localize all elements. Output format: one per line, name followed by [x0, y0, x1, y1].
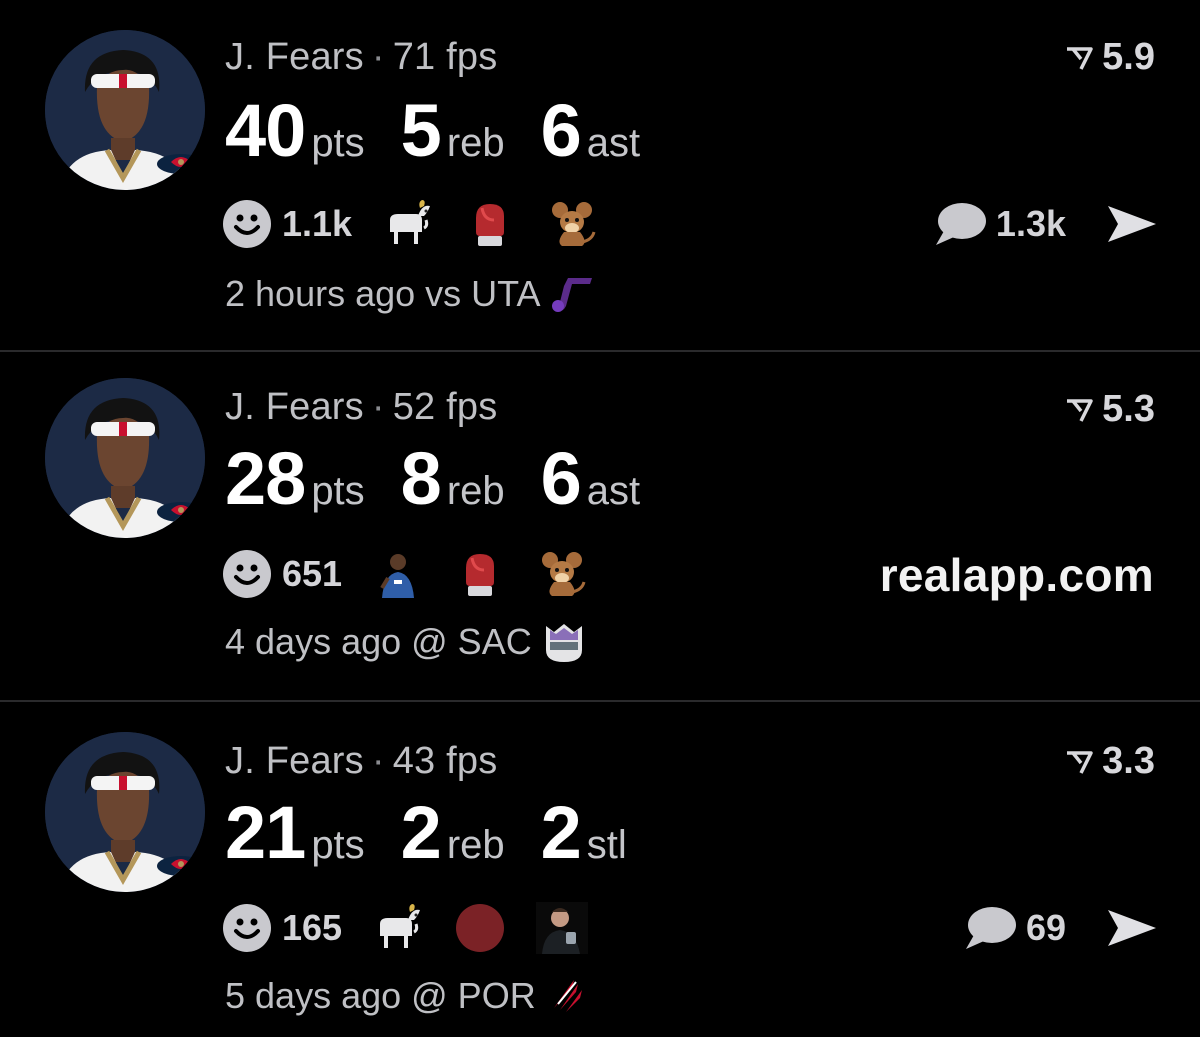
- rating-value: 3.3: [1102, 740, 1155, 782]
- fps-score: 43 fps: [392, 740, 498, 782]
- stat-item: 2 reb: [401, 790, 505, 875]
- stat-value: 28: [225, 437, 306, 520]
- player-avatar[interactable]: [45, 30, 205, 190]
- player-name[interactable]: J. Fears: [225, 740, 364, 782]
- comment-count[interactable]: 69: [1026, 907, 1066, 949]
- jazz-logo-icon: [548, 272, 596, 316]
- stat-unit: reb: [446, 823, 505, 867]
- share-send-icon[interactable]: [1106, 202, 1158, 246]
- share-send-icon[interactable]: [1106, 906, 1158, 950]
- stat-unit: pts: [311, 469, 365, 513]
- rating-icon: [1064, 747, 1094, 777]
- reaction-count: 1.1k: [282, 203, 353, 244]
- player-name[interactable]: J. Fears: [225, 386, 364, 428]
- game-info: 4 days ago @ SAC: [225, 620, 588, 664]
- separator-dot: ·: [371, 386, 385, 428]
- stat-value: 8: [400, 437, 442, 520]
- reactions-bar: 1.1k: [222, 196, 628, 252]
- game-info: 2 hours ago vs UTA: [225, 272, 596, 316]
- feed: J. Fears · 71 fps 5.9 40 pts 5 reb 6 ast 1.1k…: [0, 0, 1200, 1037]
- goat-icon[interactable]: [372, 902, 424, 954]
- stat-unit: pts: [311, 121, 365, 165]
- smiley-react-icon[interactable]: [222, 199, 272, 249]
- stat-item: 6 ast: [541, 436, 641, 521]
- stat-line: 28 pts 8 reb 6 ast: [225, 436, 676, 521]
- player-photo-icon[interactable]: [372, 548, 424, 600]
- stat-value: 5: [400, 89, 442, 172]
- boxing-glove-icon[interactable]: [464, 198, 516, 250]
- separator-dot: ·: [371, 740, 385, 782]
- reaction-count: 651: [282, 553, 343, 594]
- comment-count[interactable]: 1.3k: [996, 203, 1066, 245]
- post-card[interactable]: J. Fears · 43 fps 3.3 21 pts 2 reb 2 stl 165 …: [0, 702, 1200, 1037]
- stat-value: 2: [400, 791, 442, 874]
- player-photo: [45, 732, 205, 892]
- player-photo: [45, 378, 205, 538]
- player-photo: [45, 30, 205, 190]
- stat-value: 6: [540, 89, 582, 172]
- stat-unit: pts: [311, 823, 365, 867]
- game-time-opponent: 2 hours ago vs UTA: [225, 273, 541, 314]
- stat-item: 21 pts: [225, 790, 365, 875]
- watermark: realapp.com: [879, 549, 1154, 601]
- separator-dot: ·: [371, 36, 385, 78]
- stat-line: 40 pts 5 reb 6 ast: [225, 88, 676, 173]
- stat-item: 8 reb: [401, 436, 505, 521]
- player-avatar[interactable]: [45, 732, 205, 892]
- goat-icon[interactable]: [382, 198, 434, 250]
- stat-line: 21 pts 2 reb 2 stl: [225, 790, 663, 875]
- game-time-opponent: 4 days ago @ SAC: [225, 621, 532, 662]
- stat-item: 40 pts: [225, 88, 365, 173]
- rating[interactable]: 5.3: [1064, 388, 1155, 431]
- boxing-glove-icon[interactable]: [454, 548, 506, 600]
- red-circle-icon[interactable]: [454, 902, 506, 954]
- stat-item: 5 reb: [401, 88, 505, 173]
- cartoon-mouse-icon[interactable]: [546, 198, 598, 250]
- stat-value: 40: [225, 89, 306, 172]
- stat-item: 6 ast: [541, 88, 641, 173]
- fps-score: 71 fps: [392, 36, 498, 78]
- reactions-bar: 651: [222, 546, 618, 602]
- rating-value: 5.9: [1102, 36, 1155, 78]
- rating-icon: [1064, 43, 1094, 73]
- reaction-count: 165: [282, 907, 343, 948]
- stat-unit: ast: [586, 469, 641, 513]
- post-card[interactable]: J. Fears · 71 fps 5.9 40 pts 5 reb 6 ast 1.1k…: [0, 0, 1200, 352]
- stat-value: 2: [540, 791, 582, 874]
- player-name[interactable]: J. Fears: [225, 36, 364, 78]
- stat-unit: reb: [446, 121, 505, 165]
- cartoon-mouse-icon[interactable]: [536, 548, 588, 600]
- game-info: 5 days ago @ POR: [225, 974, 592, 1018]
- stat-item: 28 pts: [225, 436, 365, 521]
- comment-icon[interactable]: [934, 201, 986, 247]
- smiley-react-icon[interactable]: [222, 903, 272, 953]
- post-card[interactable]: J. Fears · 52 fps 5.3 28 pts 8 reb 6 ast 651 …: [0, 352, 1200, 702]
- player-avatar[interactable]: [45, 378, 205, 538]
- stat-item: 2 stl: [541, 790, 627, 875]
- post-headline: J. Fears · 43 fps: [225, 740, 497, 783]
- rating[interactable]: 5.9: [1064, 36, 1155, 79]
- game-time-opponent: 5 days ago @ POR: [225, 975, 536, 1016]
- stat-value: 21: [225, 791, 306, 874]
- blazers-logo-icon: [544, 974, 592, 1018]
- smiley-react-icon[interactable]: [222, 549, 272, 599]
- stat-unit: reb: [446, 469, 505, 513]
- rating[interactable]: 3.3: [1064, 740, 1155, 783]
- post-actions: 1.3k: [934, 196, 1158, 252]
- person-photo-icon[interactable]: [536, 902, 588, 954]
- rating-icon: [1064, 395, 1094, 425]
- rating-value: 5.3: [1102, 388, 1155, 430]
- post-actions: 69: [964, 900, 1158, 956]
- stat-unit: ast: [586, 121, 641, 165]
- comment-icon[interactable]: [964, 905, 1016, 951]
- stat-value: 6: [540, 437, 582, 520]
- reactions-bar: 165: [222, 900, 618, 956]
- stat-unit: stl: [586, 823, 627, 867]
- post-headline: J. Fears · 71 fps: [225, 36, 497, 79]
- fps-score: 52 fps: [392, 386, 498, 428]
- kings-logo-icon: [540, 620, 588, 664]
- post-headline: J. Fears · 52 fps: [225, 386, 497, 429]
